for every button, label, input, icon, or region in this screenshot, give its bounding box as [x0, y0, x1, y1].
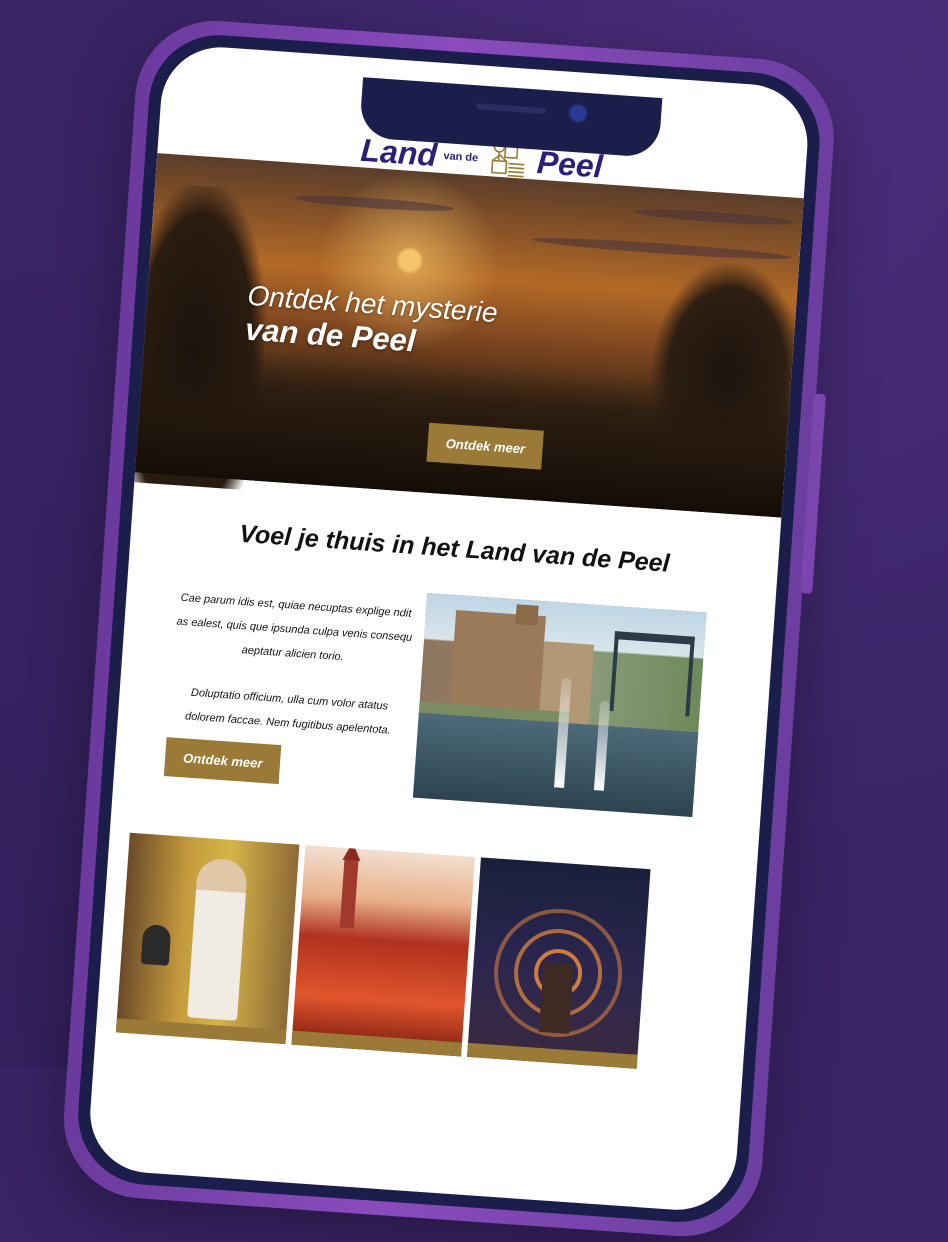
bell-shape	[140, 923, 172, 966]
person-shape	[187, 857, 249, 1021]
tile-bells-museum[interactable]	[115, 832, 300, 1045]
intro-paragraph-1: Cae parum idis est, quiae necuptas expli…	[176, 591, 413, 664]
tile-accent-bar	[467, 1042, 638, 1069]
logo-word-vande: van de	[443, 150, 479, 165]
hero-discover-button[interactable]: Ontdek meer	[426, 422, 545, 470]
intro-heading: Voel je thuis in het Land van de Peel	[238, 519, 671, 578]
tile-accent-bar	[115, 1018, 287, 1045]
photo-lift-bridge	[614, 631, 695, 645]
windmill-shape	[538, 961, 574, 1034]
tile-windmill-night[interactable]	[467, 857, 651, 1069]
hero-banner: Ontdek het mysterie van de Peel Ontdek m…	[114, 153, 809, 518]
phone-mockup: Land van de Peel Ontdek het mysterie van…	[58, 15, 840, 1242]
speaker-grille	[476, 103, 547, 115]
town-canal-photo	[412, 592, 707, 818]
hero-cloud	[294, 192, 455, 214]
intro-discover-button[interactable]: Ontdek meer	[163, 737, 282, 785]
church-tower-shape	[339, 857, 359, 929]
phone-screen: Land van de Peel Ontdek het mysterie van…	[86, 43, 812, 1214]
intro-paragraph-2: Doluptatio officium, ulla cum volor atat…	[184, 686, 392, 737]
front-camera	[570, 105, 586, 121]
hero-cloud	[634, 206, 795, 228]
tile-festival-crowd[interactable]	[291, 845, 475, 1057]
tile-accent-bar	[291, 1030, 463, 1057]
intro-section: Voel je thuis in het Land van de Peel Ca…	[109, 472, 781, 886]
